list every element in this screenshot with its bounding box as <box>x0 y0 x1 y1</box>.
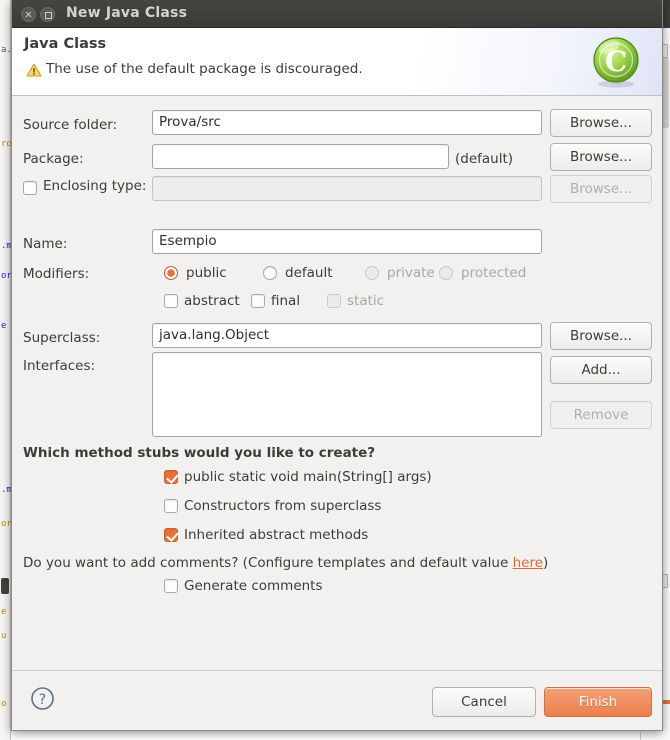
generate-comments-checkbox[interactable] <box>164 579 178 593</box>
modifier-checkbox-static <box>327 294 341 308</box>
cancel-button[interactable]: Cancel <box>432 687 536 717</box>
modifier-label-private: private <box>387 265 435 281</box>
page-title: Java Class <box>24 36 106 52</box>
class-name-label: Name: <box>23 236 67 252</box>
dialog-titlebar: New Java Class <box>12 0 662 28</box>
superclass-label: Superclass: <box>23 330 100 346</box>
interfaces-add-button[interactable]: Add... <box>550 356 652 384</box>
superclass-input[interactable]: java.lang.Object <box>152 323 542 348</box>
close-icon[interactable] <box>21 7 36 22</box>
ide-code-fragment: o <box>1 700 6 709</box>
window-title: New Java Class <box>66 5 187 21</box>
warning-triangle-icon <box>26 63 42 77</box>
modifier-label-final: final <box>271 293 300 309</box>
configure-templates-link[interactable]: here <box>513 555 543 571</box>
package-input[interactable] <box>152 144 449 169</box>
stub-checkbox-main[interactable] <box>164 470 178 484</box>
ide-code-fragment: e <box>1 322 6 331</box>
dialog-content: Source folder: Prova/src Browse... Packa… <box>12 96 662 670</box>
ide-code-fragment: e <box>1 608 6 617</box>
modifier-radio-default[interactable] <box>263 266 277 280</box>
stub-checkbox-inherited[interactable] <box>164 528 178 542</box>
comments-question: Do you want to add comments? (Configure … <box>23 555 548 571</box>
java-class-wizard-icon: C <box>588 34 644 90</box>
modifier-radio-private <box>365 266 379 280</box>
interfaces-label: Interfaces: <box>23 358 95 374</box>
modifier-label-abstract: abstract <box>184 293 240 309</box>
class-name-input[interactable]: Esempio <box>152 229 542 254</box>
ide-code-fragment: u <box>1 632 6 641</box>
stub-checkbox-constructors[interactable] <box>164 499 178 513</box>
package-label: Package: <box>23 151 84 167</box>
new-java-class-dialog: New Java Class Java Class The use of the… <box>11 0 663 731</box>
modifier-radio-protected <box>439 266 453 280</box>
modifier-radio-public[interactable] <box>164 266 178 280</box>
modifier-label-protected: protected <box>461 265 526 281</box>
enclosing-type-input <box>152 176 542 201</box>
modifier-label-static: static <box>347 293 384 309</box>
enclosing-type-label: Enclosing type: <box>43 178 146 194</box>
method-stubs-question: Which method stubs would you like to cre… <box>23 445 375 461</box>
modifier-label-public: public <box>186 265 227 281</box>
header-message: The use of the default package is discou… <box>46 61 363 77</box>
finish-button[interactable]: Finish <box>544 687 652 717</box>
maximize-icon[interactable] <box>40 7 55 22</box>
enclosing-type-checkbox[interactable] <box>23 181 37 195</box>
help-question-icon[interactable]: ? <box>30 686 55 711</box>
package-browse-button[interactable]: Browse... <box>550 143 652 171</box>
modifier-checkbox-abstract[interactable] <box>164 294 178 308</box>
source-folder-input[interactable]: Prova/src <box>152 110 542 135</box>
comments-question-suffix: ) <box>543 555 548 571</box>
dialog-footer: ? Cancel Finish <box>12 670 662 730</box>
modifier-checkbox-final[interactable] <box>251 294 265 308</box>
ide-scrollbar-thumb[interactable] <box>1 578 9 594</box>
superclass-browse-button[interactable]: Browse... <box>550 322 652 350</box>
ide-left-gutter <box>0 0 11 740</box>
enclosing-type-browse-button: Browse... <box>550 175 652 203</box>
package-default-hint: (default) <box>455 151 513 167</box>
dialog-header: Java Class The use of the default packag… <box>12 28 662 96</box>
interfaces-list[interactable] <box>152 352 542 437</box>
svg-text:?: ? <box>39 692 46 708</box>
source-folder-label: Source folder: <box>23 117 117 133</box>
stub-label-constructors: Constructors from superclass <box>184 498 381 514</box>
stub-label-main: public static void main(String[] args) <box>184 469 432 485</box>
interfaces-remove-button: Remove <box>550 401 652 429</box>
modifier-label-default: default <box>285 265 333 281</box>
stub-label-inherited: Inherited abstract methods <box>184 527 368 543</box>
source-folder-browse-button[interactable]: Browse... <box>550 109 652 137</box>
comments-question-prefix: Do you want to add comments? (Configure … <box>23 555 513 571</box>
modifiers-label: Modifiers: <box>23 266 89 282</box>
generate-comments-label: Generate comments <box>184 578 323 594</box>
